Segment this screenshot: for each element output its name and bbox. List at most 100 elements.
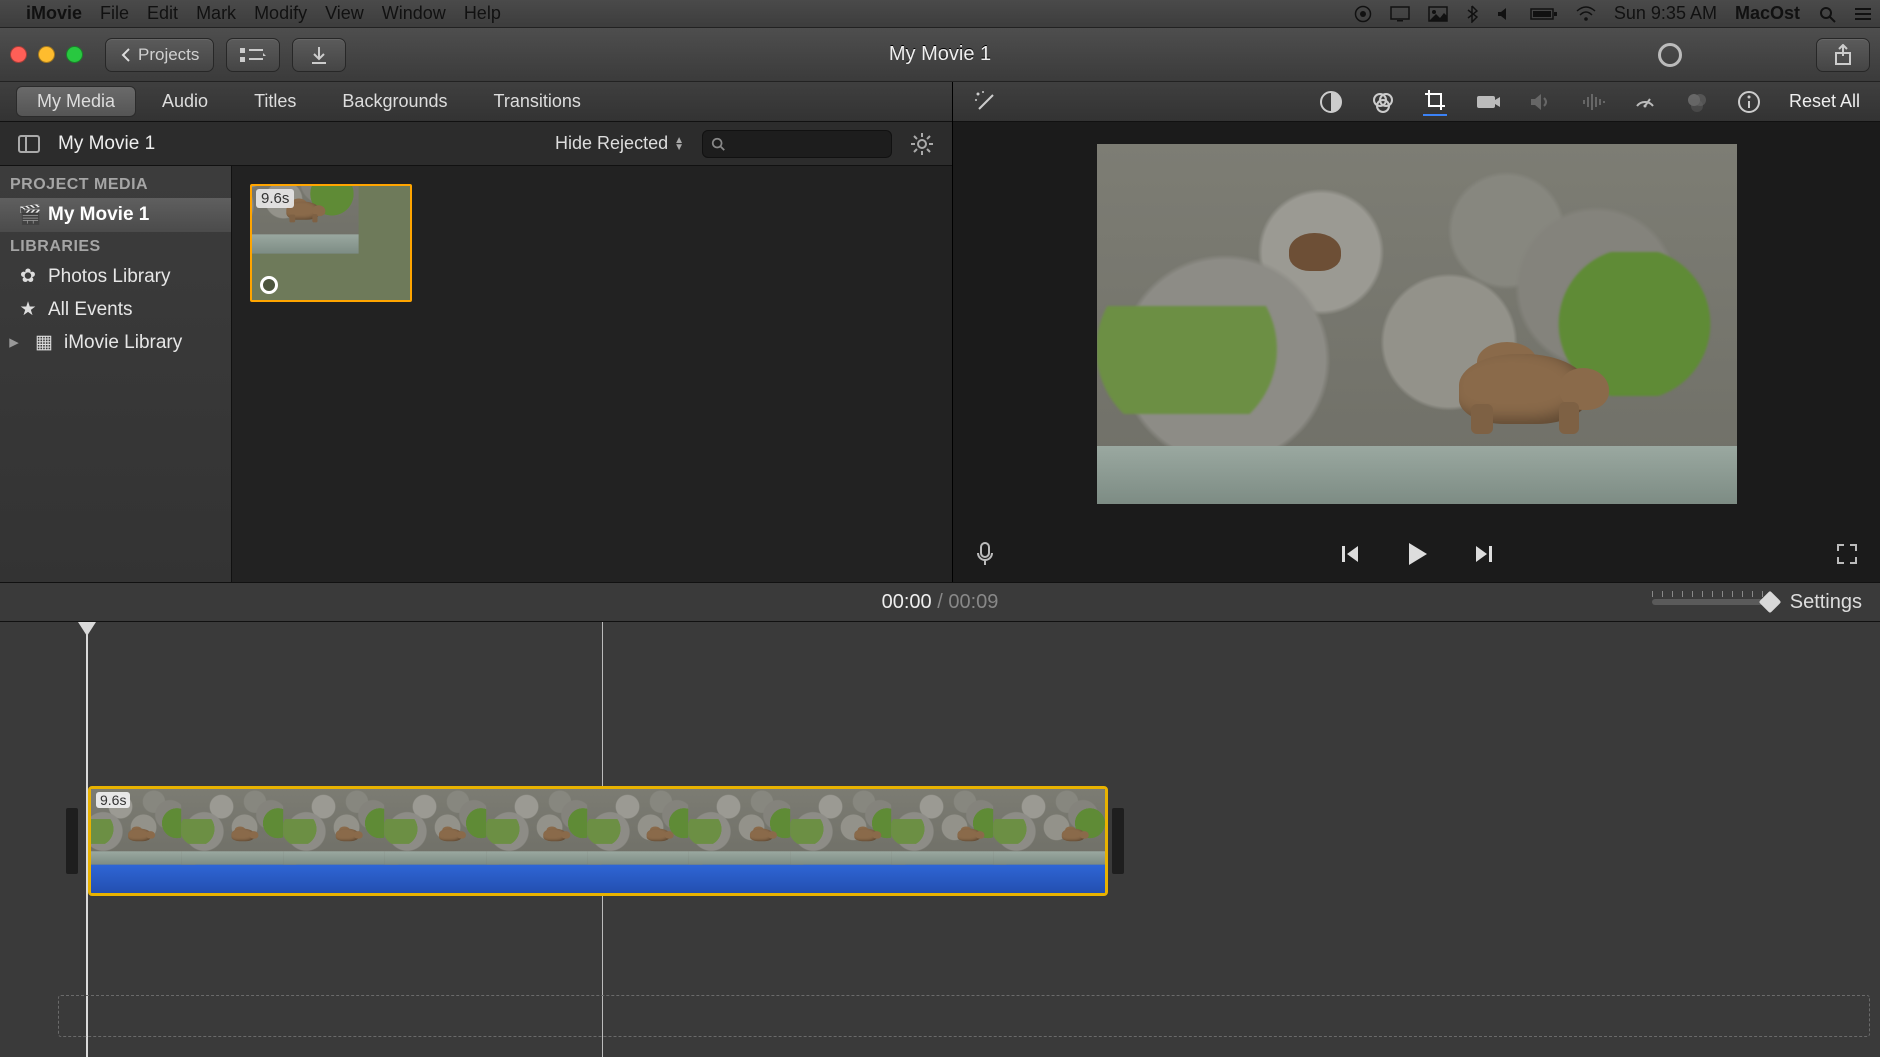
zoom-window-button[interactable] [66, 46, 83, 63]
close-window-button[interactable] [10, 46, 27, 63]
sidebar-item-label: iMovie Library [64, 332, 182, 354]
clip-handle-right[interactable] [1112, 808, 1124, 874]
macos-menubar: iMovie File Edit Mark Modify View Window… [0, 0, 1880, 28]
reset-all-button[interactable]: Reset All [1789, 91, 1860, 112]
tab-backgrounds[interactable]: Backgrounds [322, 87, 467, 116]
adjust-toolbar: Reset All [953, 82, 1880, 122]
media-header-row: My Movie 1 Hide Rejected ▲▼ [0, 122, 952, 166]
media-tabbar: My Media Audio Titles Backgrounds Transi… [0, 82, 952, 122]
search-field[interactable] [731, 136, 883, 151]
timeline-clip[interactable]: 9.6s [88, 786, 1108, 896]
enhance-wand-button[interactable] [973, 89, 999, 115]
sidebar-item-label: All Events [48, 299, 132, 321]
previous-button[interactable] [1338, 542, 1362, 566]
tab-audio[interactable]: Audio [142, 87, 228, 116]
timeline-settings-button[interactable]: Settings [1790, 591, 1862, 614]
favorite-marker-icon[interactable] [260, 276, 278, 294]
clip-audio-track[interactable] [91, 863, 1105, 893]
voiceover-button[interactable] [975, 541, 995, 567]
media-browser[interactable]: 9.6s [232, 166, 952, 582]
media-project-name: My Movie 1 [58, 133, 155, 155]
time-total: 00:09 [948, 591, 998, 613]
window-title: My Movie 1 [889, 43, 991, 66]
menubar-clock[interactable]: Sun 9:35 AM [1614, 3, 1717, 24]
zoom-slider-knob[interactable] [1758, 591, 1781, 614]
clapperboard-icon: 🎬 [18, 203, 38, 227]
preview-viewer[interactable] [1097, 144, 1737, 504]
fullscreen-button[interactable] [1836, 543, 1858, 565]
timeline-clip-duration-badge: 9.6s [96, 792, 130, 808]
menubar-mark[interactable]: Mark [196, 3, 236, 24]
flower-icon: ✿ [18, 265, 38, 288]
clip-handle-left[interactable] [66, 808, 78, 874]
tab-titles[interactable]: Titles [234, 87, 316, 116]
import-button[interactable] [292, 38, 346, 72]
grid-icon: ▦ [34, 331, 54, 354]
time-sep: / [932, 591, 949, 613]
picture-icon[interactable] [1428, 6, 1448, 22]
menubar-app[interactable]: iMovie [26, 3, 82, 24]
stabilization-button[interactable] [1475, 92, 1501, 112]
clip-filmstrip [91, 789, 1105, 863]
playhead-triangle-icon [78, 622, 96, 636]
sidebar-item-all-events[interactable]: ★ All Events [0, 293, 231, 326]
clip-thumbnail[interactable]: 9.6s [250, 184, 412, 302]
sidebar-section-libraries: LIBRARIES [0, 232, 231, 260]
menubar-help[interactable]: Help [464, 3, 501, 24]
noise-reduction-button[interactable] [1581, 92, 1605, 112]
next-button[interactable] [1472, 542, 1496, 566]
recording-icon[interactable] [1354, 5, 1372, 23]
timeline[interactable]: 9.6s [0, 622, 1880, 1057]
search-input[interactable] [702, 130, 892, 158]
info-button[interactable] [1737, 90, 1761, 114]
clip-duration-badge: 9.6s [256, 189, 294, 208]
speed-button[interactable] [1633, 90, 1657, 114]
play-button[interactable] [1402, 539, 1432, 569]
wifi-icon[interactable] [1576, 6, 1596, 22]
volume-button[interactable] [1529, 92, 1553, 112]
menubar-view[interactable]: View [325, 3, 364, 24]
activity-indicator-icon [1658, 43, 1682, 67]
volume-icon[interactable] [1496, 6, 1512, 22]
menubar-edit[interactable]: Edit [147, 3, 178, 24]
window-traffic-lights [10, 46, 83, 63]
sidebar: PROJECT MEDIA 🎬 My Movie 1 LIBRARIES ✿ P… [0, 166, 232, 582]
zoom-slider[interactable] [1652, 599, 1772, 605]
star-icon: ★ [18, 298, 38, 321]
bluetooth-icon[interactable] [1466, 5, 1478, 23]
browser-settings-button[interactable] [910, 132, 934, 156]
menubar-user[interactable]: MacOst [1735, 3, 1800, 24]
sidebar-project-label: My Movie 1 [48, 204, 149, 226]
color-correction-button[interactable] [1371, 90, 1395, 114]
sidebar-item-project[interactable]: 🎬 My Movie 1 [0, 198, 231, 232]
sidebar-item-label: Photos Library [48, 266, 171, 288]
spotlight-icon[interactable] [1818, 5, 1836, 23]
disclosure-triangle-icon[interactable]: ▸ [4, 331, 24, 354]
menubar-modify[interactable]: Modify [254, 3, 307, 24]
tab-my-media[interactable]: My Media [16, 86, 136, 117]
crop-button[interactable] [1423, 88, 1447, 116]
sidebar-section-project-media: PROJECT MEDIA [0, 170, 231, 198]
sidebar-item-photos-library[interactable]: ✿ Photos Library [0, 260, 231, 293]
filter-dropdown[interactable]: Hide Rejected ▲▼ [555, 133, 684, 154]
toggle-sidebar-button[interactable] [18, 135, 40, 153]
color-balance-button[interactable] [1319, 90, 1343, 114]
tab-transitions[interactable]: Transitions [474, 87, 601, 116]
menubar-file[interactable]: File [100, 3, 129, 24]
sidebar-item-imovie-library[interactable]: ▸ ▦ iMovie Library [0, 326, 231, 359]
back-to-projects-label: Projects [138, 45, 199, 65]
minimize-window-button[interactable] [38, 46, 55, 63]
empty-audio-track[interactable] [58, 995, 1870, 1037]
display-icon[interactable] [1390, 6, 1410, 22]
clip-filter-button[interactable] [1685, 91, 1709, 113]
window-titlebar: Projects My Movie 1 [0, 28, 1880, 82]
stepper-icon: ▲▼ [674, 137, 684, 151]
timeline-header: 00:00 / 00:09 Settings [0, 582, 1880, 622]
filter-label: Hide Rejected [555, 133, 668, 154]
back-to-projects-button[interactable]: Projects [105, 38, 214, 72]
share-button[interactable] [1816, 38, 1870, 72]
library-list-toggle-button[interactable] [226, 38, 280, 72]
battery-icon[interactable] [1530, 7, 1558, 21]
menubar-window[interactable]: Window [382, 3, 446, 24]
notification-center-icon[interactable] [1854, 6, 1872, 22]
